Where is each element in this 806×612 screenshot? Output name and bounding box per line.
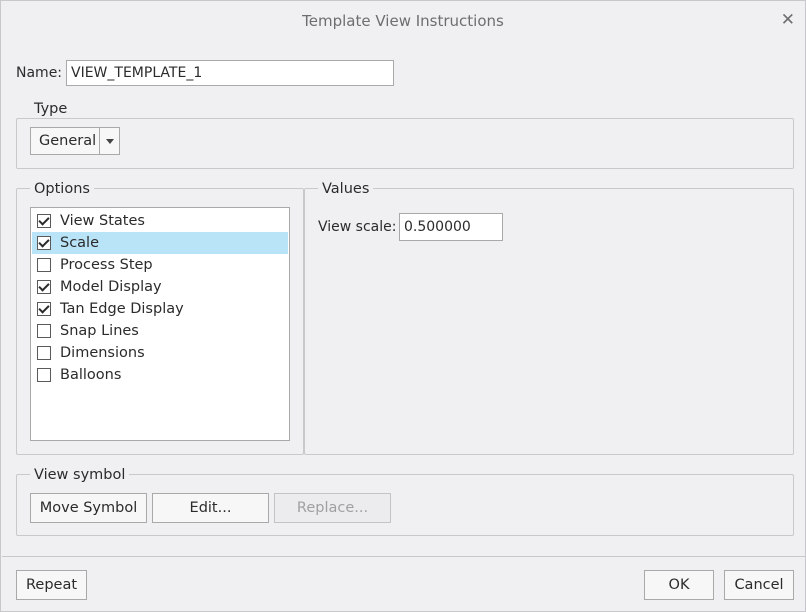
values-group-legend: Values: [318, 181, 374, 197]
option-label: Tan Edge Display: [60, 301, 184, 317]
checkbox[interactable]: [37, 280, 51, 294]
view-symbol-group-legend: View symbol: [30, 467, 130, 483]
template-view-instructions-dialog: Template View Instructions ✕ Name: Type …: [0, 0, 806, 612]
repeat-button[interactable]: Repeat: [16, 570, 87, 600]
cancel-button[interactable]: Cancel: [724, 570, 794, 600]
option-label: Balloons: [60, 367, 122, 383]
close-icon[interactable]: ✕: [781, 10, 795, 30]
name-label: Name:: [16, 65, 63, 81]
option-label: Scale: [60, 235, 100, 251]
checkbox[interactable]: [37, 302, 51, 316]
checkbox[interactable]: [37, 324, 51, 338]
options-group-legend: Options: [30, 181, 94, 197]
type-dropdown-value: General: [39, 133, 97, 149]
replace-button: Replace...: [274, 493, 391, 523]
option-view-states[interactable]: View States: [32, 210, 288, 232]
checkbox[interactable]: [37, 214, 51, 228]
name-input[interactable]: [66, 60, 394, 86]
checkbox[interactable]: [37, 236, 51, 250]
type-dropdown[interactable]: General: [30, 127, 120, 155]
view-scale-input[interactable]: [399, 213, 503, 241]
option-label: Process Step: [60, 257, 153, 273]
checkbox[interactable]: [37, 346, 51, 360]
type-group-legend: Type: [30, 101, 72, 117]
option-label: Dimensions: [60, 345, 145, 361]
checkbox[interactable]: [37, 368, 51, 382]
options-list[interactable]: View States Scale Process Step Model Dis…: [30, 207, 290, 441]
title-bar: Template View Instructions ✕: [1, 1, 805, 41]
option-balloons[interactable]: Balloons: [32, 364, 288, 386]
option-label: Snap Lines: [60, 323, 139, 339]
type-group: [16, 118, 794, 169]
option-process-step[interactable]: Process Step: [32, 254, 288, 276]
edit-button[interactable]: Edit...: [152, 493, 269, 523]
option-dimensions[interactable]: Dimensions: [32, 342, 288, 364]
ok-button[interactable]: OK: [644, 570, 714, 600]
move-symbol-button[interactable]: Move Symbol: [30, 493, 147, 523]
view-scale-label: View scale:: [318, 219, 397, 235]
option-label: Model Display: [60, 279, 162, 295]
footer-divider: [2, 556, 806, 557]
option-scale[interactable]: Scale: [32, 232, 288, 254]
option-label: View States: [60, 213, 145, 229]
checkbox[interactable]: [37, 258, 51, 272]
option-tan-edge-display[interactable]: Tan Edge Display: [32, 298, 288, 320]
option-model-display[interactable]: Model Display: [32, 276, 288, 298]
dialog-title: Template View Instructions: [302, 12, 504, 30]
chevron-down-icon[interactable]: [99, 128, 119, 154]
option-snap-lines[interactable]: Snap Lines: [32, 320, 288, 342]
